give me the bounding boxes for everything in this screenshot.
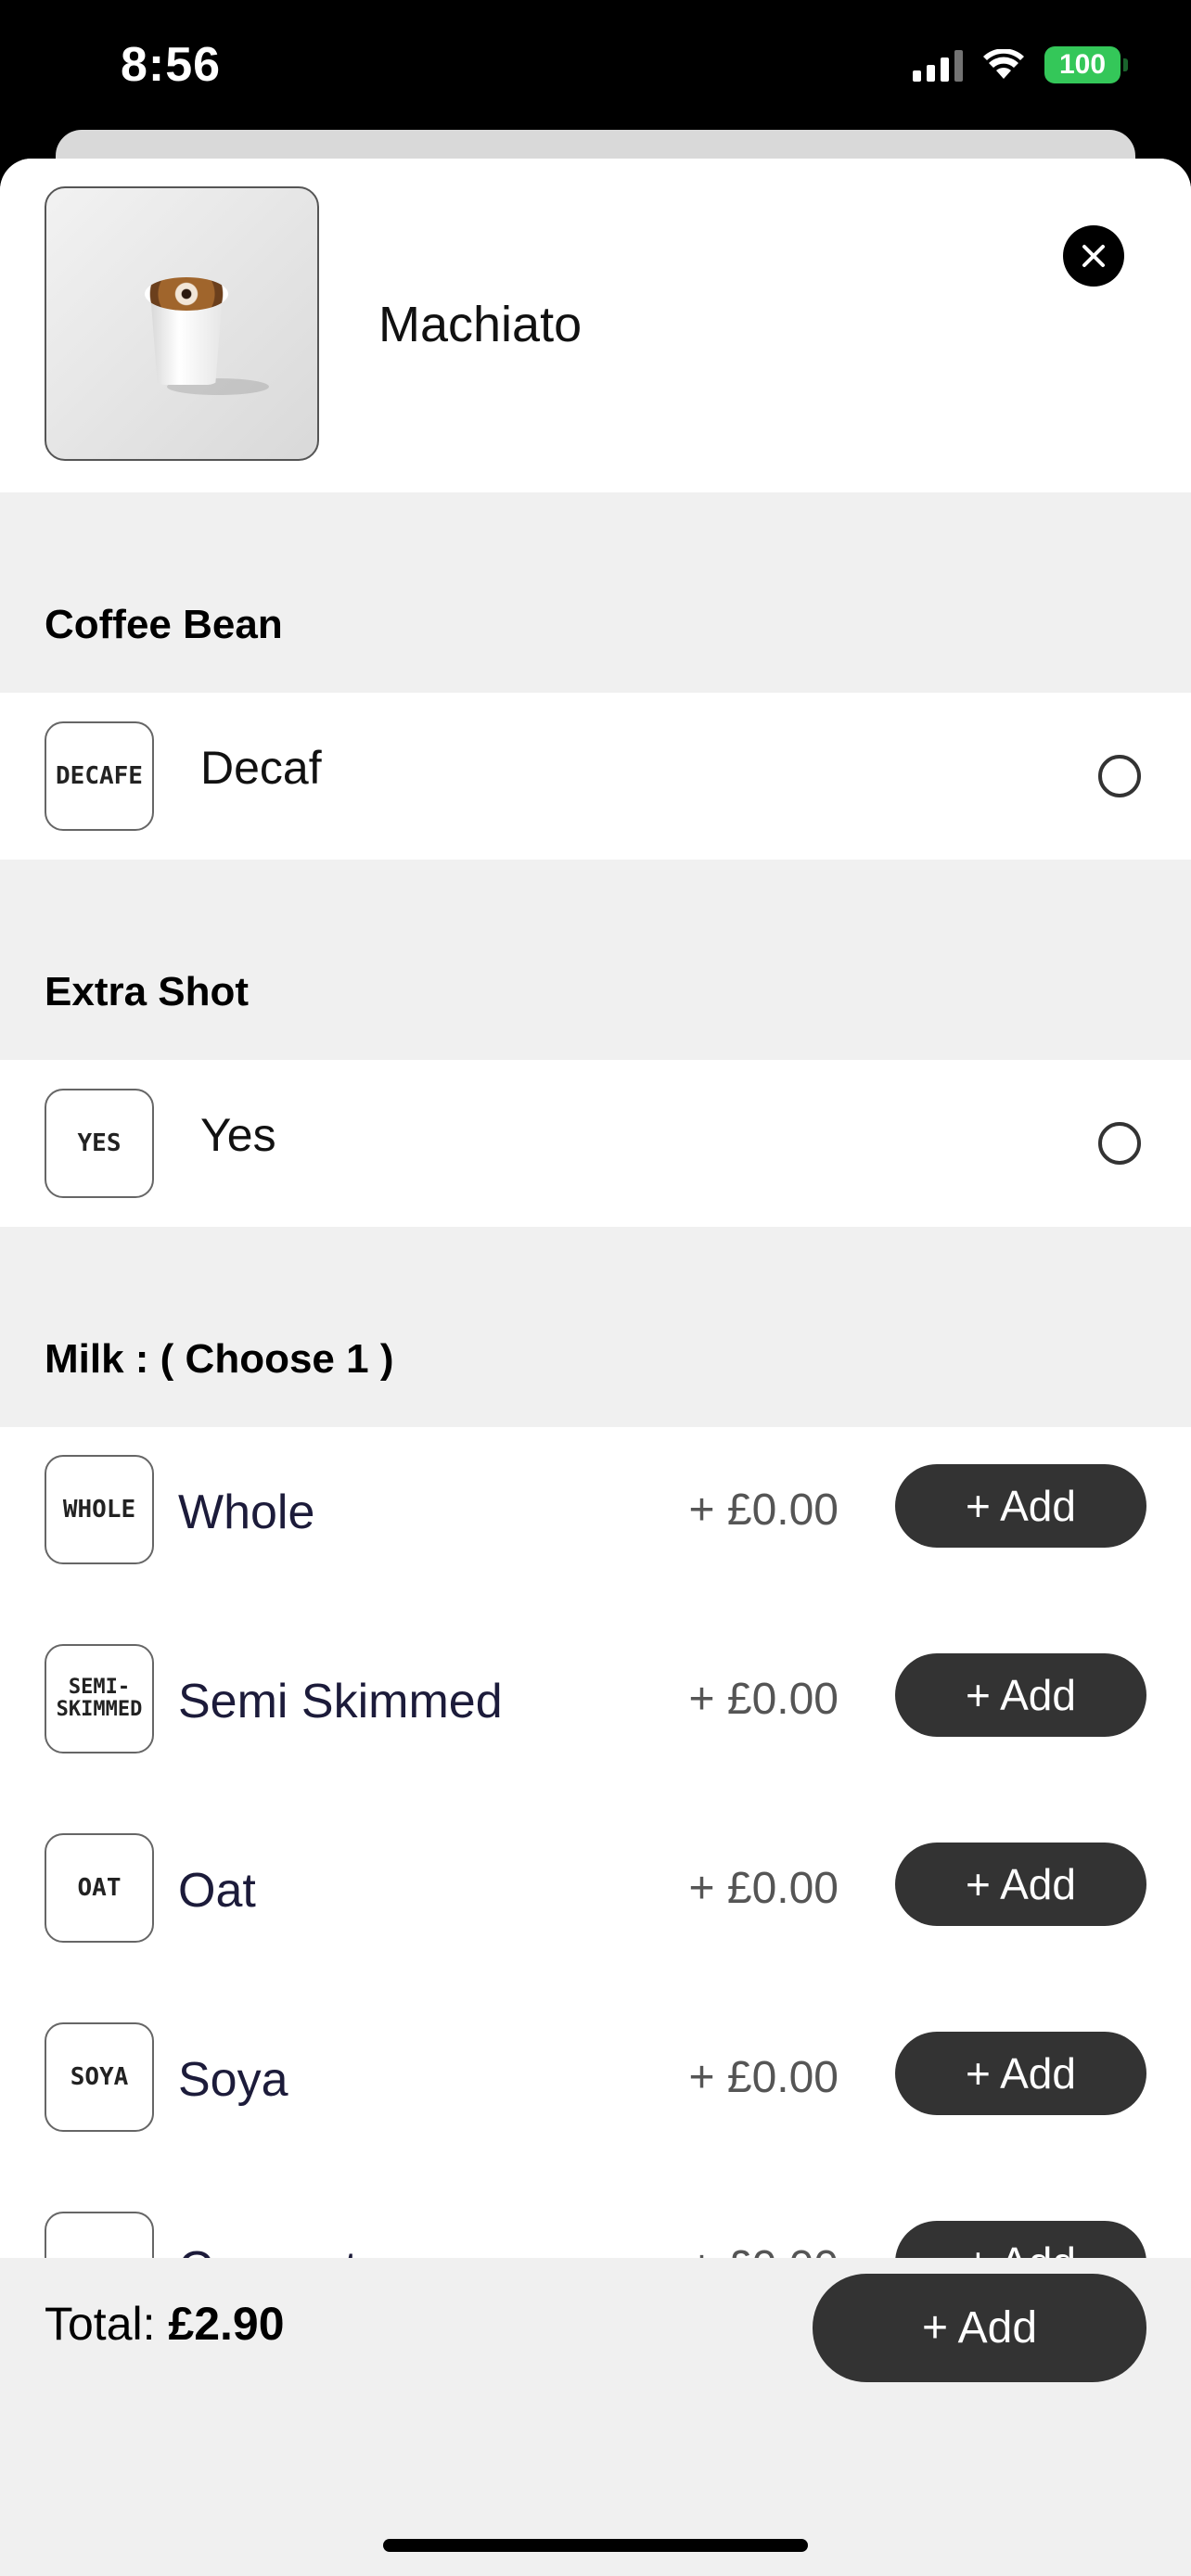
order-total: Total: £2.90 bbox=[45, 2297, 285, 2351]
total-label: Total: bbox=[45, 2298, 156, 2350]
radio-button[interactable] bbox=[1098, 1122, 1141, 1165]
milk-label: Whole bbox=[178, 1486, 315, 1539]
add-to-order-button[interactable]: + Add bbox=[813, 2274, 1146, 2382]
close-icon bbox=[1082, 245, 1105, 267]
whole-milk-icon: WHOLE bbox=[45, 1455, 154, 1564]
status-time: 8:56 bbox=[121, 38, 222, 92]
yes-icon: YES bbox=[45, 1089, 154, 1198]
add-button[interactable]: + Add bbox=[895, 1653, 1146, 1737]
radio-button[interactable] bbox=[1098, 755, 1141, 797]
decaf-icon: DECAFE bbox=[45, 721, 154, 831]
product-image bbox=[45, 186, 319, 461]
wifi-icon bbox=[983, 49, 1024, 79]
milk-label: Oat bbox=[178, 1864, 256, 1918]
section-header-milk: Milk : ( Choose 1 ) bbox=[0, 1227, 1191, 1427]
milk-price: + £0.00 bbox=[688, 1486, 839, 1535]
semi-skimmed-milk-icon: SEMI- SKIMMED bbox=[45, 1644, 154, 1753]
milk-price: + £0.00 bbox=[688, 1675, 839, 1724]
status-bar: 8:56 100 bbox=[0, 0, 1191, 139]
option-label: Decaf bbox=[200, 742, 322, 794]
cellular-signal-icon bbox=[913, 48, 963, 82]
soya-milk-icon: SOYA bbox=[45, 2022, 154, 2132]
milk-item-semi-skimmed: SEMI- SKIMMED Semi Skimmed + £0.00 + Add bbox=[0, 1616, 1191, 1805]
milk-item-oat: OAT Oat + £0.00 + Add bbox=[0, 1805, 1191, 1995]
battery-icon: 100 bbox=[1044, 46, 1128, 83]
total-value: £2.90 bbox=[168, 2298, 285, 2350]
option-row-yes[interactable]: YES Yes bbox=[0, 1060, 1191, 1227]
product-header: Machiato bbox=[0, 159, 1191, 492]
option-row-decaf[interactable]: DECAFE Decaf bbox=[0, 693, 1191, 860]
add-button[interactable]: + Add bbox=[895, 1843, 1146, 1926]
milk-item-whole: WHOLE Whole + £0.00 + Add bbox=[0, 1427, 1191, 1616]
milk-label: Semi Skimmed bbox=[178, 1675, 503, 1728]
add-button[interactable]: + Add bbox=[895, 2032, 1146, 2115]
status-icons: 100 bbox=[913, 46, 1128, 83]
section-title: Extra Shot bbox=[45, 969, 250, 1014]
milk-price: + £0.00 bbox=[688, 1864, 839, 1913]
section-header-coffee-bean: Coffee Bean bbox=[0, 492, 1191, 693]
milk-item-soya: SOYA Soya + £0.00 + Add bbox=[0, 1995, 1191, 2184]
close-button[interactable] bbox=[1063, 225, 1124, 287]
order-footer: Total: £2.90 + Add bbox=[0, 2258, 1191, 2576]
product-title: Machiato bbox=[378, 297, 583, 352]
option-label: Yes bbox=[200, 1109, 276, 1161]
add-button[interactable]: + Add bbox=[895, 1464, 1146, 1548]
milk-label: Soya bbox=[178, 2053, 288, 2107]
section-header-extra-shot: Extra Shot bbox=[0, 860, 1191, 1060]
home-indicator bbox=[383, 2539, 808, 2552]
section-title: Milk : ( Choose 1 ) bbox=[45, 1336, 394, 1382]
product-options-sheet: Machiato Coffee Bean DECAFE Decaf Extra … bbox=[0, 159, 1191, 2576]
section-title: Coffee Bean bbox=[45, 602, 283, 647]
milk-price: + £0.00 bbox=[688, 2053, 839, 2102]
oat-milk-icon: OAT bbox=[45, 1833, 154, 1943]
